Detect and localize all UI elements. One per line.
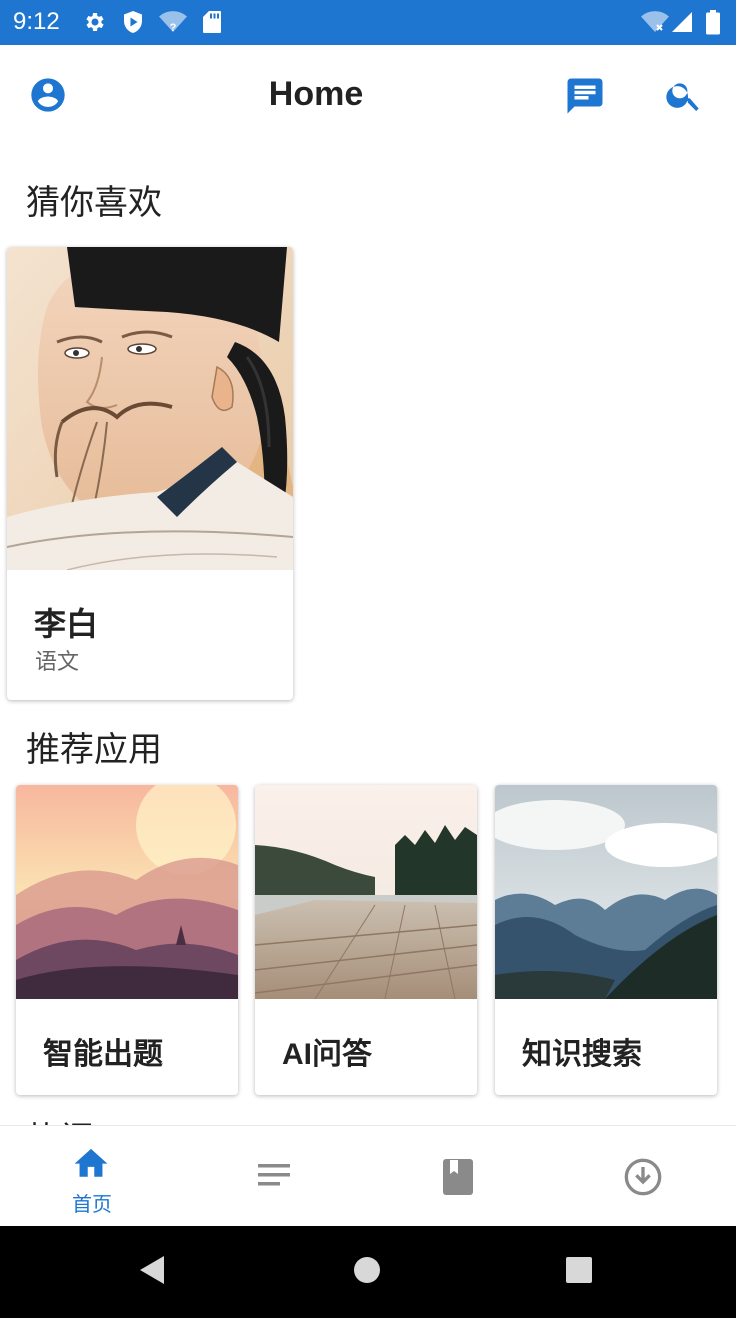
message-icon[interactable] xyxy=(564,75,606,121)
card-title: 李白 xyxy=(34,605,99,643)
search-icon[interactable] xyxy=(664,75,704,119)
status-bar: 9:12 ? xyxy=(0,0,736,45)
nav-item-list[interactable] xyxy=(184,1126,368,1227)
app-card-knowledge-search[interactable]: 知识搜索 xyxy=(495,785,717,1095)
recents-icon[interactable] xyxy=(565,1256,593,1288)
status-time: 9:12 xyxy=(13,8,60,35)
card-subtitle: 语文 xyxy=(35,650,80,675)
wifi-question-icon: ? xyxy=(158,10,188,38)
home-circle-icon[interactable] xyxy=(353,1256,381,1288)
nav-item-download[interactable] xyxy=(552,1126,736,1227)
app-label: 知识搜索 xyxy=(522,1038,642,1071)
app-card-smart-quiz[interactable]: 智能出题 xyxy=(16,785,238,1095)
mountain-valley-image xyxy=(495,785,717,999)
nav-item-book[interactable] xyxy=(368,1126,552,1227)
book-icon xyxy=(442,1158,474,1200)
lake-pier-image xyxy=(255,785,477,999)
bottom-nav: 首页 xyxy=(0,1125,736,1226)
portrait-image xyxy=(7,247,293,570)
svg-text:?: ? xyxy=(170,22,177,34)
section-title-guess-like: 猜你喜欢 xyxy=(26,183,162,223)
guess-card[interactable]: 李白 语文 xyxy=(7,247,293,700)
app-card-ai-qa[interactable]: AI问答 xyxy=(255,785,477,1095)
nav-item-home[interactable]: 首页 xyxy=(0,1126,184,1227)
gear-icon xyxy=(82,10,106,38)
home-icon xyxy=(71,1144,111,1184)
app-label: 智能出题 xyxy=(43,1038,163,1071)
signal-icon xyxy=(670,10,694,38)
battery-icon xyxy=(705,10,721,40)
page-title: Home xyxy=(268,75,364,113)
list-icon xyxy=(256,1162,292,1192)
sd-card-icon xyxy=(202,10,222,38)
system-navigation-bar xyxy=(0,1226,736,1318)
shield-play-icon xyxy=(122,10,144,38)
app-bar: Home xyxy=(0,45,736,145)
app-label: AI问答 xyxy=(282,1038,372,1071)
nav-label-home: 首页 xyxy=(72,1192,112,1216)
section-title-recommended: 推荐应用 xyxy=(26,730,162,770)
download-icon xyxy=(623,1157,663,1201)
wifi-x-icon xyxy=(640,10,670,38)
back-icon[interactable] xyxy=(138,1254,166,1290)
sunset-mountains-image xyxy=(16,785,238,999)
